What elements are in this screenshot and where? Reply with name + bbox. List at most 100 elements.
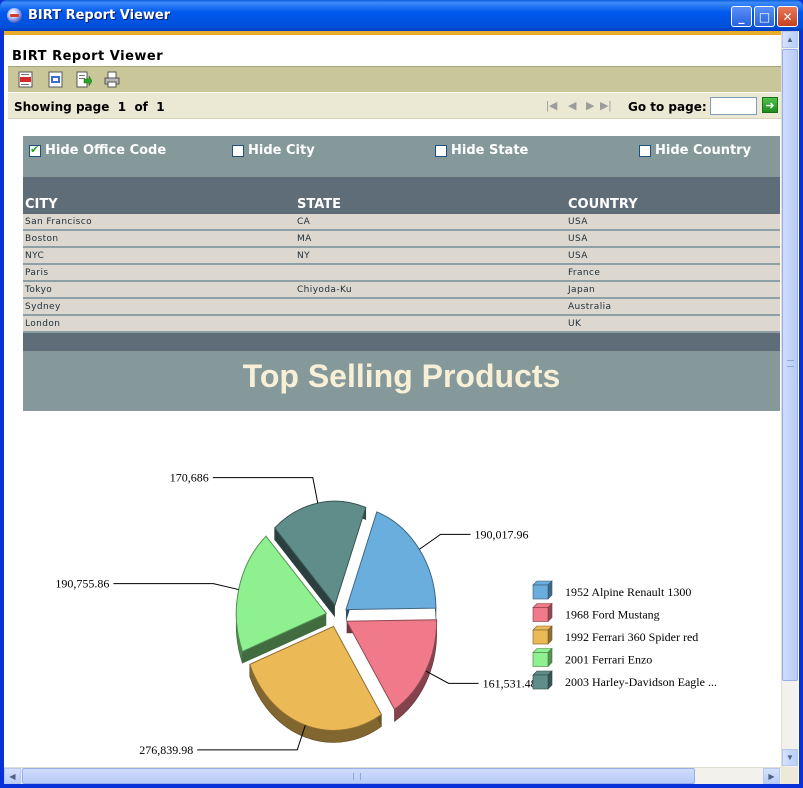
hide-country-checkbox[interactable]: Hide Country	[639, 143, 751, 158]
state-cell: Chiyoda-Ku	[297, 285, 352, 295]
hide-state-checkbox[interactable]: Hide State	[435, 143, 528, 158]
table-row: NYC NY USA	[23, 248, 780, 265]
checkbox-label: Hide City	[248, 143, 315, 158]
parameters-icon[interactable]	[48, 71, 64, 88]
country-cell: UK	[568, 319, 582, 329]
export-icon[interactable]	[76, 71, 92, 88]
goto-page-button[interactable]: ➜	[762, 97, 778, 113]
table-row: San Francisco CA USA	[23, 214, 780, 231]
chart-banner-title: Top Selling Products	[242, 358, 561, 394]
country-cell: USA	[568, 251, 588, 261]
checkbox-label: Hide State	[451, 143, 529, 158]
pie-data-label: 161,531.48	[483, 676, 537, 690]
hide-office-code-checkbox[interactable]: Hide Office Code	[29, 143, 166, 158]
table-row: London UK	[23, 316, 780, 333]
scroll-down-icon[interactable]: ▼	[782, 749, 798, 766]
vertical-scrollbar[interactable]: ▲ ▼	[781, 31, 798, 767]
vertical-scroll-thumb[interactable]	[782, 49, 798, 681]
checkbox-icon[interactable]	[639, 144, 651, 157]
checkbox-label: Hide Country	[655, 143, 752, 158]
page-status: Showing page 1 of 1	[14, 100, 165, 114]
table-row: Tokyo Chiyoda-Ku Japan	[23, 282, 780, 299]
filter-bar: Hide Office Code Hide City Hide State Hi…	[23, 136, 780, 177]
window-title: BIRT Report Viewer	[28, 8, 171, 23]
total-pages: 1	[156, 100, 165, 114]
legend-swatch	[532, 652, 549, 667]
scrollbar-corner	[781, 767, 798, 784]
close-button[interactable]: ✕	[777, 6, 798, 27]
table-row: Paris France	[23, 265, 780, 282]
country-cell: Japan	[568, 285, 596, 295]
legend-label: 2001 Ferrari Enzo	[565, 653, 652, 667]
legend-swatch	[532, 629, 549, 645]
checkbox-icon[interactable]	[232, 144, 244, 157]
city-cell: Paris	[25, 268, 49, 278]
checkbox-checked-icon[interactable]	[29, 143, 41, 157]
city-cell: Boston	[25, 234, 59, 244]
legend-label: 1952 Alpine Renault 1300	[565, 585, 691, 599]
column-header-city: CITY	[25, 197, 58, 212]
showing-label: Showing page	[14, 100, 110, 114]
navigation-bar: Showing page 1 of 1 |◀ ◀ ▶ ▶| Go to page…	[8, 92, 781, 119]
scroll-up-icon[interactable]: ▲	[782, 31, 798, 48]
pie-leader-line	[419, 533, 471, 550]
scroll-right-icon[interactable]: ▶	[763, 768, 780, 784]
checkbox-label: Hide Office Code	[45, 143, 167, 158]
state-cell: CA	[297, 217, 311, 227]
next-page-icon[interactable]: ▶	[586, 99, 594, 112]
viewer-title: BIRT Report Viewer	[12, 49, 164, 64]
goto-label: Go to page:	[628, 100, 707, 114]
print-icon[interactable]	[104, 71, 120, 88]
title-bar[interactable]: BIRT Report Viewer _ □ ✕	[0, 0, 803, 31]
goto-page-input[interactable]	[710, 97, 757, 115]
table-row: Boston MA USA	[23, 231, 780, 248]
pie-slice-tops: 190,017.96 161,531.48 276,839.98 190,755.86…	[55, 471, 536, 756]
toolbar	[8, 66, 781, 92]
country-cell: France	[568, 268, 601, 278]
country-cell: USA	[568, 217, 588, 227]
table-footer	[23, 333, 780, 351]
pie-data-label: 190,755.86	[55, 577, 109, 591]
legend-swatch	[532, 674, 549, 690]
first-page-icon[interactable]: |◀	[546, 99, 557, 112]
app-icon	[7, 8, 22, 23]
legend-swatch	[532, 607, 549, 622]
city-cell: NYC	[25, 251, 45, 261]
legend-swatch	[532, 584, 549, 600]
legend-label: 1992 Ferrari 360 Spider red	[565, 630, 698, 644]
last-page-icon[interactable]: ▶|	[600, 99, 611, 112]
pie-data-label: 276,839.98	[139, 743, 193, 756]
legend-label: 1968 Ford Mustang	[565, 608, 660, 622]
table-header: CITY STATE COUNTRY	[23, 177, 780, 214]
toc-icon[interactable]	[18, 71, 34, 88]
state-cell: NY	[297, 251, 311, 261]
scroll-left-icon[interactable]: ◀	[4, 768, 21, 784]
city-cell: San Francisco	[25, 217, 93, 227]
of-label: of	[134, 100, 148, 114]
city-cell: London	[25, 319, 61, 329]
accent-bar	[4, 31, 781, 35]
horizontal-scroll-thumb[interactable]	[22, 768, 695, 784]
pie-chart: 190,017.96 161,531.48 276,839.98 190,755.86…	[55, 471, 717, 756]
hide-city-checkbox[interactable]: Hide City	[232, 143, 315, 158]
previous-page-icon[interactable]: ◀	[568, 99, 576, 112]
city-cell: Sydney	[25, 302, 61, 312]
minimize-button[interactable]: _	[731, 6, 752, 27]
horizontal-scrollbar[interactable]: ◀ ▶	[4, 767, 781, 784]
checkbox-icon[interactable]	[435, 144, 447, 157]
chart-banner: Top Selling Products	[23, 351, 780, 411]
pie-leader-line	[113, 583, 239, 591]
pie-data-label: 170,686	[170, 471, 209, 485]
app-window: BIRT Report Viewer _ □ ✕ BIRT Report Vie…	[0, 0, 803, 788]
maximize-button[interactable]: □	[754, 6, 775, 27]
pie-data-label: 190,017.96	[475, 527, 529, 541]
column-header-state: STATE	[297, 197, 342, 212]
current-page: 1	[117, 100, 127, 114]
chart-legend: 1952 Alpine Renault 1300 1968 Ford Mustan…	[532, 580, 717, 690]
state-cell: MA	[297, 234, 312, 244]
country-cell: USA	[568, 234, 588, 244]
table-row: Sydney Australia	[23, 299, 780, 316]
pie-leader-line	[212, 477, 319, 504]
legend-label: 2003 Harley-Davidson Eagle ...	[565, 675, 717, 689]
viewer-content: BIRT Report Viewer Showing page 1 of 1 |…	[4, 31, 799, 784]
